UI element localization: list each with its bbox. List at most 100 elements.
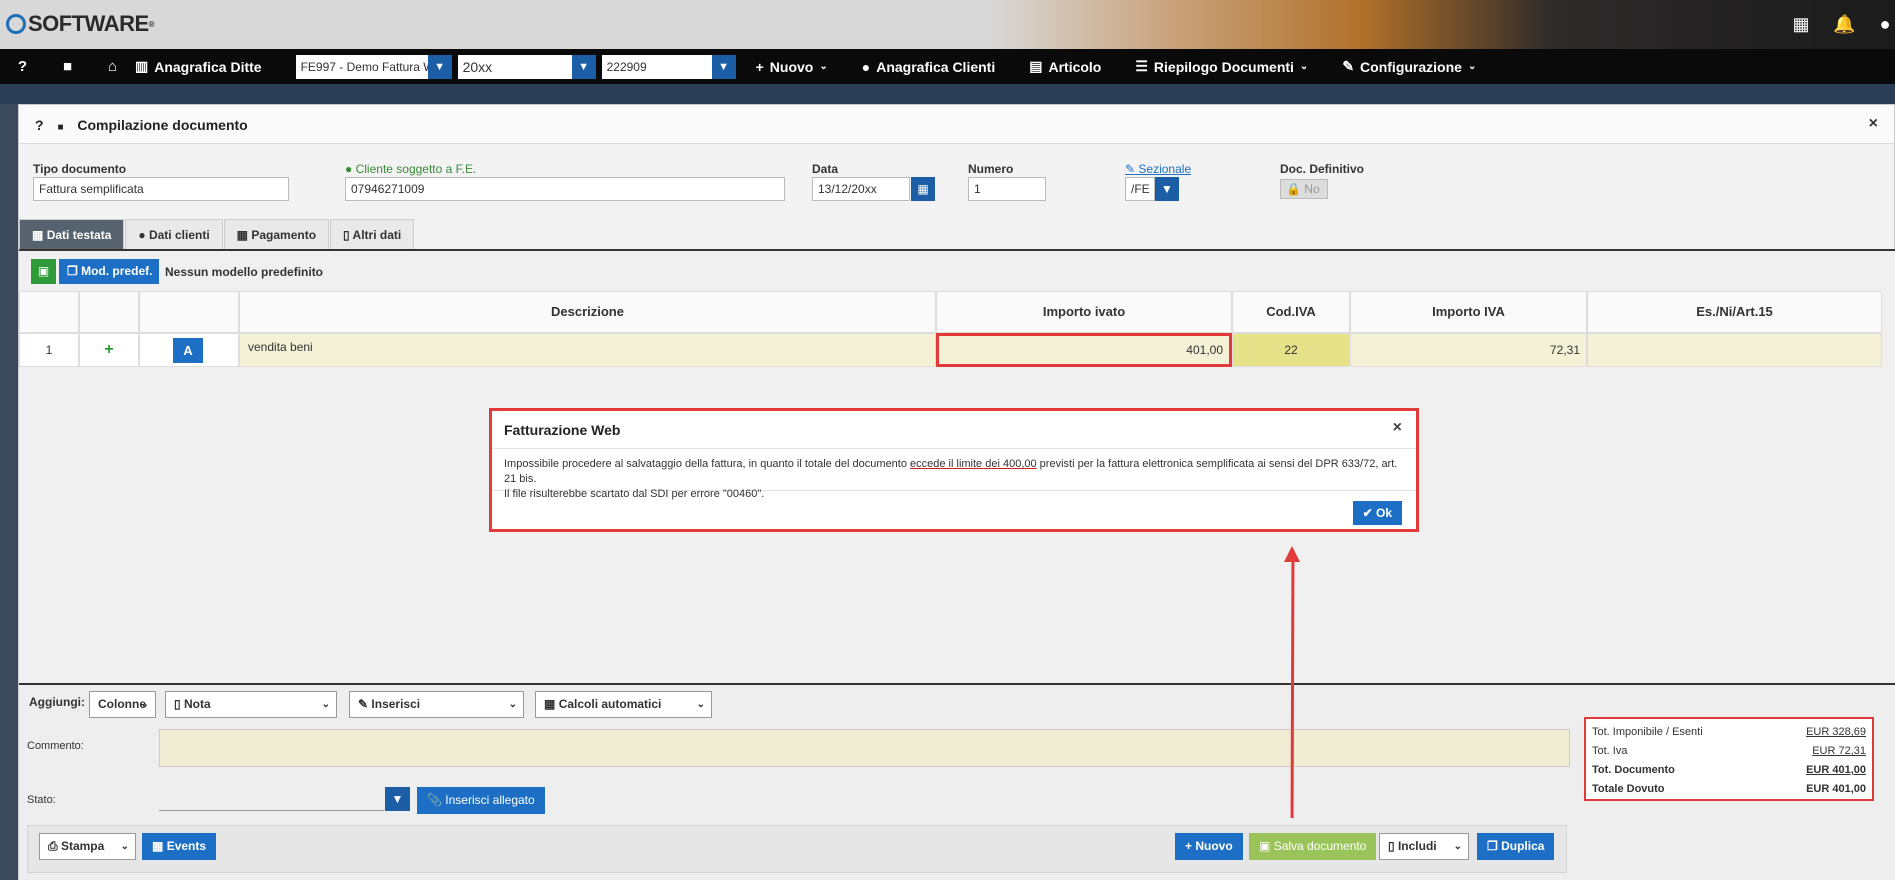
save-icon[interactable]: ▣	[31, 259, 56, 284]
edit-icon: ✎	[1342, 58, 1355, 74]
grid-header-descrizione: Descrizione	[239, 291, 936, 333]
nav-articolo[interactable]: ▤ Articolo	[1029, 58, 1101, 75]
user-icon[interactable]: ●	[1875, 14, 1895, 35]
tab-dati-clienti[interactable]: ● Dati clienti	[125, 219, 223, 249]
nuovo-button[interactable]: + Nuovo	[1175, 833, 1243, 860]
grid-header-importo-ivato: Importo ivato	[936, 291, 1232, 333]
tot-iva-value[interactable]: EUR 72,31	[1812, 742, 1866, 761]
data-input[interactable]: 13/12/20xx	[812, 177, 910, 201]
data-label: Data	[812, 162, 839, 176]
stato-select[interactable]	[159, 788, 384, 811]
nav-configurazione[interactable]: ✎ Configurazione ⌄	[1342, 58, 1476, 75]
ok-button[interactable]: ✔ Ok	[1352, 501, 1402, 525]
tab-dati-testata[interactable]: ▦ Dati testata	[19, 219, 125, 249]
background	[0, 84, 1895, 104]
grid-header-add	[79, 291, 139, 333]
top-icons: ▦ 🔔 ●	[1791, 14, 1895, 35]
bell-icon[interactable]: 🔔	[1833, 14, 1855, 35]
chevron-down-icon[interactable]: ▼	[427, 54, 452, 79]
sezionale-label[interactable]: ✎ Sezionale	[1125, 162, 1191, 176]
nota-dropdown[interactable]: ▯ Nota ⌄	[165, 691, 337, 718]
chevron-down-icon[interactable]: ▼	[711, 54, 736, 79]
tab-altri-dati[interactable]: ▯ Altri dati	[330, 219, 415, 249]
logo-mark	[6, 14, 26, 34]
building-icon: ▥	[135, 58, 149, 74]
cliente-input[interactable]: 07946271009	[345, 177, 785, 201]
importo-iva-input[interactable]: 72,31	[1350, 333, 1587, 367]
annotation-arrow-head	[1284, 546, 1300, 562]
copy-icon: ❐	[1487, 839, 1498, 853]
tot-imponibile-value[interactable]: EUR 328,69	[1806, 723, 1866, 742]
chevron-down-icon: ⌄	[508, 699, 517, 710]
numero-input[interactable]: 1	[968, 177, 1046, 201]
tipo-input[interactable]: Fattura semplificata	[33, 177, 289, 201]
grid-header-importo-iva: Importo IVA	[1350, 291, 1587, 333]
plus-icon: +	[755, 58, 764, 75]
tot-documento-value[interactable]: EUR 401,00	[1806, 761, 1866, 780]
esenzione-input[interactable]	[1587, 333, 1882, 367]
nav-riepilogo[interactable]: ☰ Riepilogo Documenti ⌄	[1135, 58, 1308, 75]
file-icon: ▯	[1388, 839, 1395, 853]
colonne-dropdown[interactable]: Colonne ⌄	[89, 691, 156, 718]
barcode-icon: ▤	[1029, 58, 1043, 74]
commento-input[interactable]	[159, 729, 1570, 767]
close-icon[interactable]: ×	[1869, 115, 1878, 133]
tab-pagamento[interactable]: ▦ Pagamento	[223, 219, 330, 249]
anno-select[interactable]: 20xx ▼	[457, 54, 596, 79]
list-icon: ☰	[1135, 58, 1148, 74]
calendar-icon: ▦	[152, 839, 164, 853]
duplica-button[interactable]: ❐ Duplica	[1477, 833, 1555, 860]
file-icon: ▯	[343, 228, 350, 242]
help-icon[interactable]: ?	[35, 117, 44, 133]
mod-predef-button[interactable]: ❐ Mod. predef.	[59, 259, 159, 284]
includi-dropdown[interactable]: ▯ Includi ⌄	[1379, 833, 1469, 860]
inserisci-allegato-button[interactable]: 📎 Inserisci allegato	[417, 787, 545, 814]
nav-nuovo[interactable]: + Nuovo ⌄	[756, 59, 828, 75]
tot-documento-row: Tot. Documento EUR 401,00	[1592, 761, 1866, 780]
nav-anagrafica-ditte[interactable]: ▥ Anagrafica Ditte	[135, 58, 262, 75]
descrizione-input[interactable]: vendita beni	[239, 333, 936, 367]
stampa-dropdown[interactable]: ⎙ Stampa ⌄	[39, 833, 136, 860]
definitivo-toggle[interactable]: 🔒 No	[1280, 179, 1328, 199]
video-icon[interactable]: ■	[57, 122, 63, 133]
logo-text: SOFTWARE	[28, 11, 149, 36]
lock-icon: 🔒	[1286, 182, 1301, 196]
help-icon[interactable]: ?	[0, 58, 45, 75]
calendar-icon: ▦	[236, 228, 248, 242]
chevron-down-icon[interactable]: ▼	[1155, 177, 1179, 201]
nav-anagrafica-clienti[interactable]: ● Anagrafica Clienti	[862, 59, 996, 75]
copy-icon: ❐	[67, 264, 78, 278]
close-icon[interactable]: ×	[1393, 419, 1402, 437]
add-row-button[interactable]: +	[79, 333, 139, 367]
events-button[interactable]: ▦ Events	[142, 833, 217, 860]
user-icon: ●	[138, 228, 146, 242]
home-icon[interactable]: ⌂	[90, 58, 135, 75]
table-icon: ▦	[32, 228, 44, 242]
chevron-down-icon[interactable]: ▼	[571, 54, 596, 79]
commento-label: Commento:	[27, 740, 84, 752]
row-action-cell: A	[139, 333, 239, 367]
codice-select[interactable]: 222909 ▼	[601, 54, 736, 79]
chevron-down-icon: ⌄	[321, 699, 330, 710]
sezionale-input[interactable]: /FE	[1125, 177, 1155, 201]
tot-imponibile-row: Tot. Imponibile / Esenti EUR 328,69	[1592, 723, 1866, 742]
tipo-label: Tipo documento	[33, 162, 127, 176]
logo: SOFTWARE ®	[6, 11, 155, 37]
grid-icon[interactable]: ▦	[1791, 14, 1811, 35]
aggiungi-label: Aggiungi:	[29, 695, 85, 709]
ditta-select[interactable]: FE997 - Demo Fattura Wel ▼	[295, 54, 452, 79]
salva-documento-button[interactable]: ▣ Salva documento	[1249, 833, 1377, 860]
calcoli-dropdown[interactable]: ▦ Calcoli automatici ⌄	[535, 691, 712, 718]
inserisci-dropdown[interactable]: ✎ Inserisci ⌄	[349, 691, 524, 718]
totale-dovuto-row: Totale Dovuto EUR 401,00	[1592, 780, 1866, 799]
user-icon: ●	[345, 162, 353, 176]
panel-title: ? ■ Compilazione documento	[19, 105, 1894, 144]
dialog-title: Fatturazione Web	[492, 411, 1416, 449]
calendar-icon[interactable]: ▦	[911, 177, 935, 201]
a-button[interactable]: A	[173, 338, 203, 363]
cod-iva-input[interactable]: 22	[1232, 333, 1350, 367]
importo-ivato-input[interactable]: 401,00	[936, 333, 1232, 367]
chevron-down-icon[interactable]: ▼	[385, 787, 410, 811]
paperclip-icon: 📎	[427, 793, 442, 807]
video-icon[interactable]: ■	[45, 58, 90, 75]
